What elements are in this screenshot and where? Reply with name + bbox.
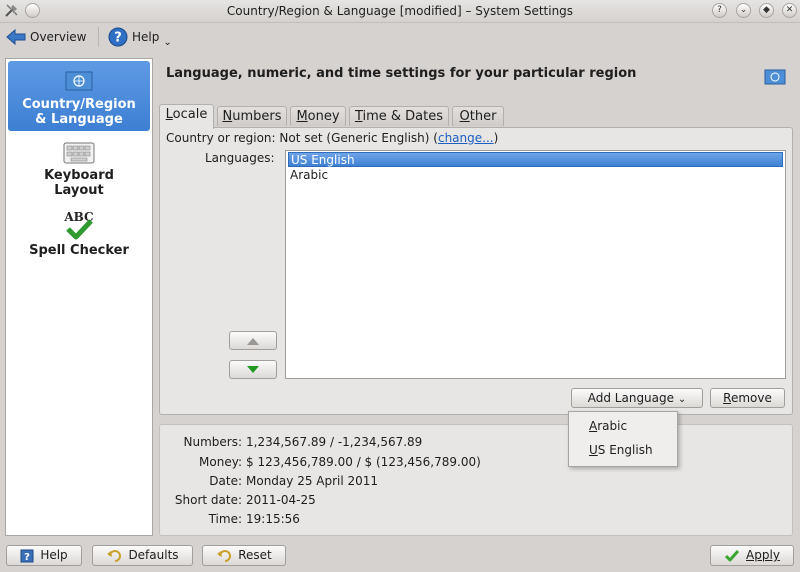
maximize-button[interactable]: ◆: [759, 3, 774, 18]
remove-button[interactable]: Remove: [710, 388, 785, 408]
tab-time-dates[interactable]: Time & Dates: [349, 106, 449, 126]
spell-check-icon: ABC: [63, 210, 94, 240]
tab-numbers[interactable]: Numbers: [217, 106, 287, 126]
help-menu-button[interactable]: ? Help ⌄: [108, 25, 172, 49]
chevron-down-icon: ⌄: [163, 36, 172, 48]
sidebar-item-country-region-language[interactable]: Country/Region & Language: [8, 61, 150, 131]
country-row: Country or region: Not set (Generic Engl…: [166, 131, 499, 145]
summary-numbers-value: 1,234,567.89 / -1,234,567.89: [246, 435, 423, 449]
title-bar: Country/Region & Language [modified] – S…: [0, 0, 800, 23]
sidebar-item-label: Country/Region: [22, 97, 136, 112]
summary-money-value: $ 123,456,789.00 / $ (123,456,789.00): [246, 455, 481, 469]
toolbar: Overview ? Help ⌄: [0, 23, 800, 51]
languages-list[interactable]: US English Arabic: [285, 150, 786, 379]
page-title: Language, numeric, and time settings for…: [166, 66, 637, 81]
un-flag-icon: [764, 69, 786, 85]
overview-label: Overview: [30, 30, 87, 44]
sidebar-item-label: Keyboard: [44, 168, 114, 183]
checkmark-icon: [724, 549, 740, 561]
move-up-button[interactable]: [229, 331, 277, 350]
reset-button[interactable]: Reset: [202, 545, 286, 566]
keyboard-icon: [63, 142, 95, 164]
summary-short-date-value: 2011-04-25: [246, 493, 316, 507]
window-title: Country/Region & Language [modified] – S…: [226, 4, 574, 18]
un-flag-icon: [65, 71, 93, 91]
tab-money[interactable]: Money: [290, 106, 346, 126]
sidebar-item-label: Layout: [54, 183, 104, 198]
sidebar: Country/Region & Language Keyboard Layou…: [5, 58, 153, 536]
add-language-button[interactable]: Add Language ⌄: [571, 388, 703, 408]
svg-text:?: ?: [24, 552, 30, 563]
apply-button[interactable]: Apply: [710, 545, 794, 566]
help-icon: ?: [108, 27, 128, 47]
add-language-label: Add Language: [587, 391, 675, 405]
summary-time-value: 19:15:56: [246, 512, 300, 526]
undo-icon: [107, 549, 122, 562]
back-arrow-icon: [6, 28, 26, 46]
sidebar-item-label: Spell Checker: [29, 243, 129, 258]
change-country-link[interactable]: change...: [438, 131, 494, 145]
sidebar-item-keyboard-layout[interactable]: Keyboard Layout: [8, 139, 150, 201]
list-item[interactable]: US English: [288, 152, 783, 167]
menu-item-us-english[interactable]: US English: [589, 443, 653, 457]
tab-locale[interactable]: Locale: [159, 104, 214, 129]
help-book-icon: ?: [20, 549, 34, 563]
help-window-button[interactable]: ?: [712, 3, 727, 18]
svg-text:?: ?: [114, 31, 122, 46]
defaults-button[interactable]: Defaults: [92, 545, 193, 566]
arrow-up-icon: [247, 338, 259, 345]
minimize-button[interactable]: ⌄: [736, 3, 751, 18]
overview-button[interactable]: Overview: [6, 25, 87, 49]
add-language-menu: Arabic US English: [568, 411, 678, 467]
country-label: Country or region:: [166, 131, 276, 145]
chevron-down-icon: ⌄: [677, 394, 687, 405]
list-item[interactable]: Arabic: [288, 168, 783, 183]
arrow-down-icon: [247, 366, 259, 373]
menu-item-arabic[interactable]: Arabic: [589, 419, 627, 433]
close-button[interactable]: ✕: [782, 3, 797, 18]
sidebar-item-label: & Language: [35, 112, 123, 127]
sidebar-item-spell-checker[interactable]: ABC Spell Checker: [8, 209, 150, 259]
tab-other[interactable]: Other: [452, 106, 504, 126]
help-label: Help: [132, 30, 160, 44]
reset-icon: [217, 549, 232, 562]
country-value: Not set (Generic English): [279, 131, 430, 145]
toolbar-separator: [98, 27, 99, 47]
move-down-button[interactable]: [229, 360, 277, 379]
help-button[interactable]: ? Help: [6, 545, 82, 566]
summary-date-value: Monday 25 April 2011: [246, 474, 379, 488]
languages-label: Languages:: [205, 151, 275, 165]
